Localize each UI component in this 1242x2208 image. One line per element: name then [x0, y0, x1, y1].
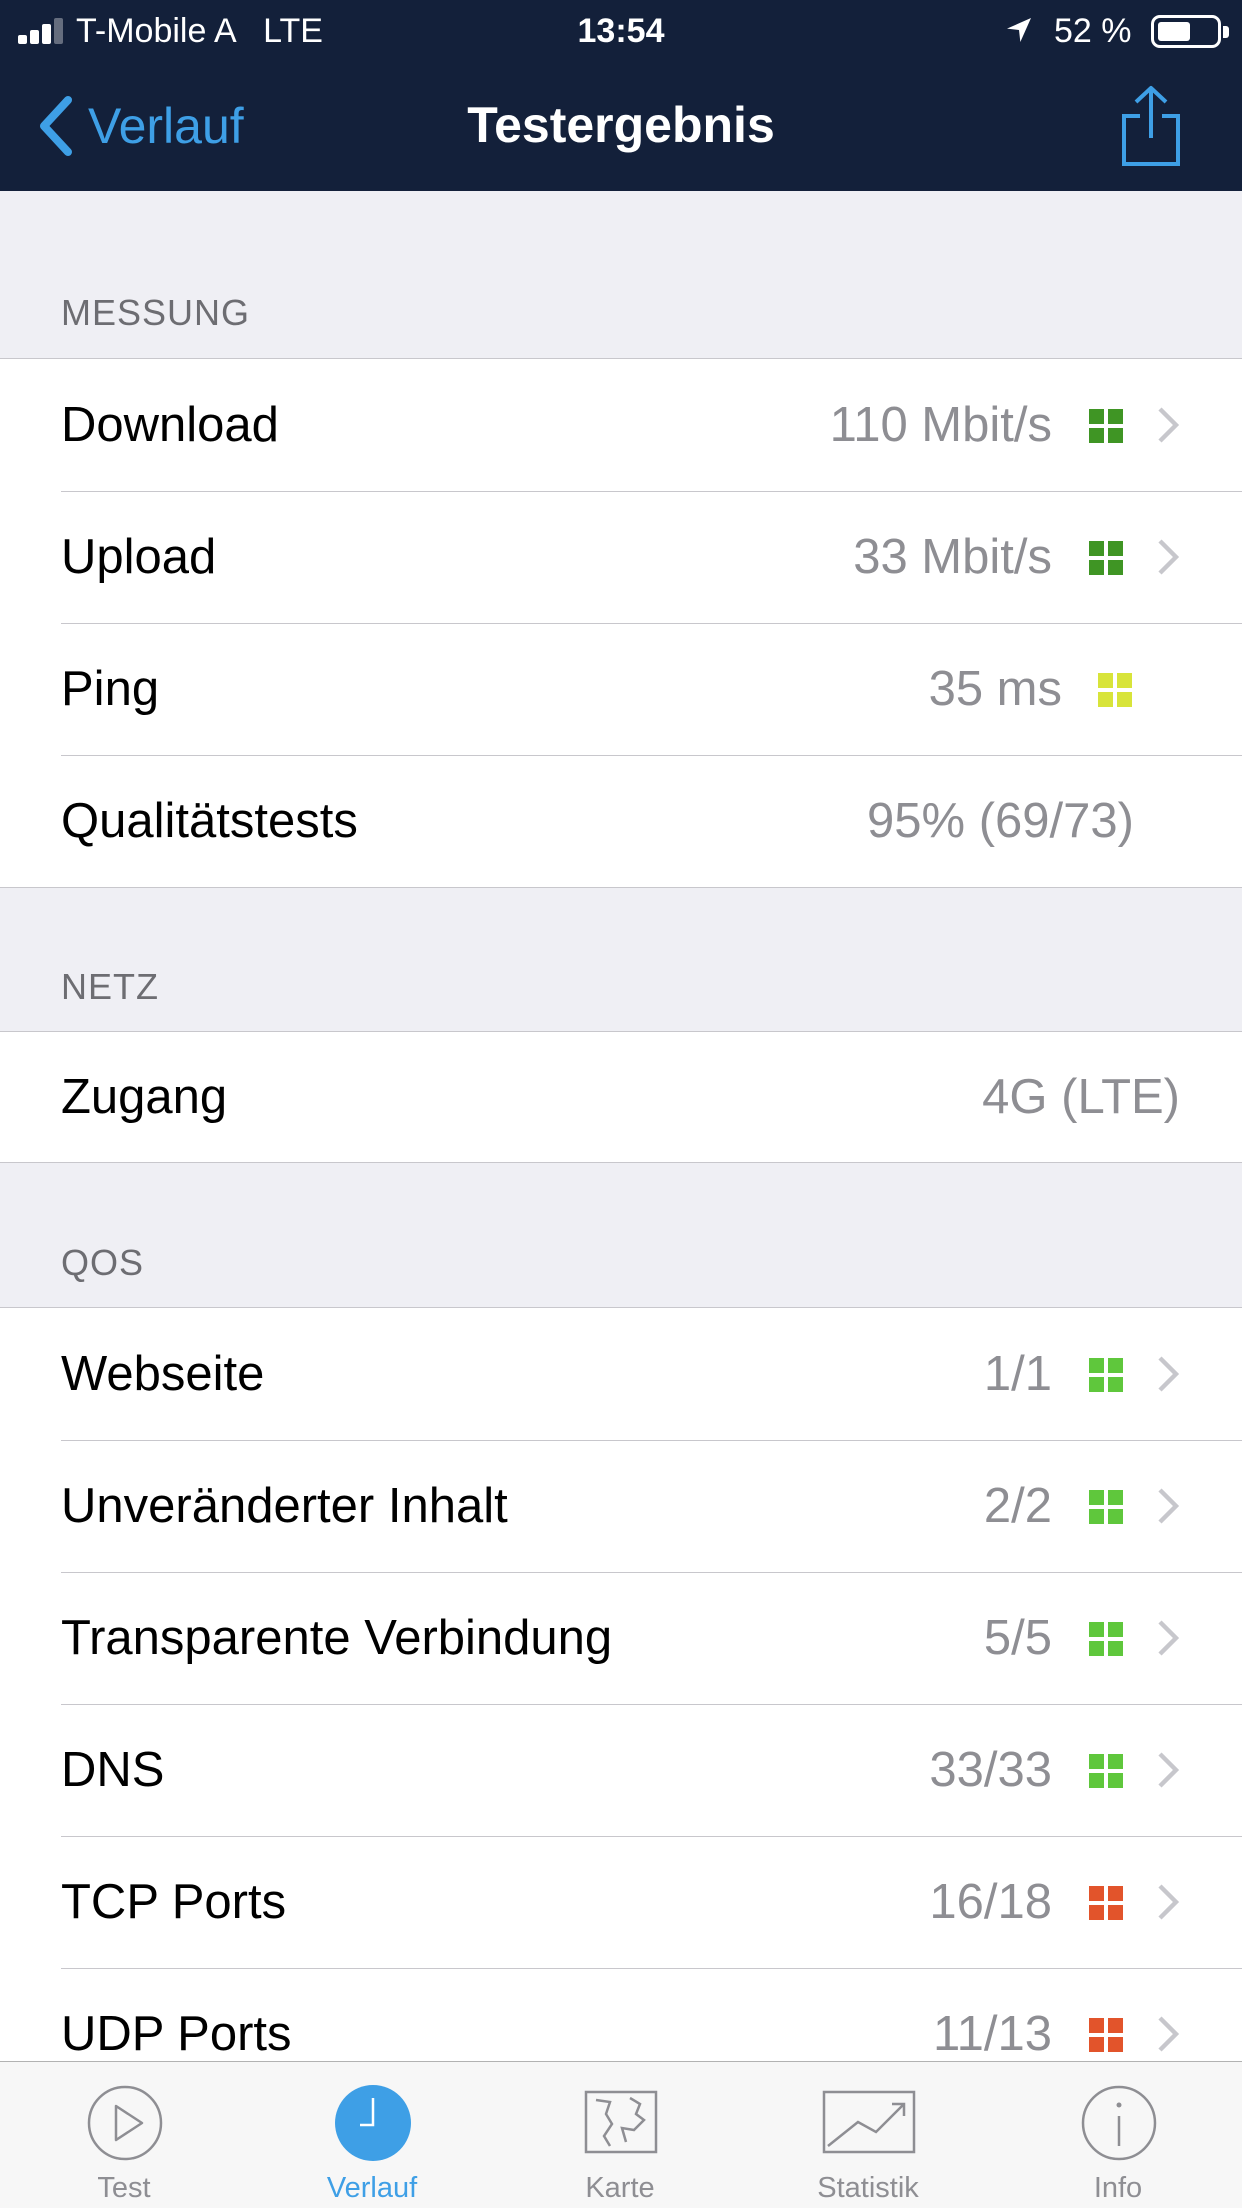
tab-verlauf[interactable]: Verlauf [248, 2062, 496, 2208]
status-grid-icon [1089, 2018, 1123, 2052]
status-grid-icon [1089, 1358, 1123, 1392]
list-item-website[interactable]: Webseite 1/1 [0, 1308, 1242, 1440]
list-item-unchanged-content[interactable]: Unveränderter Inhalt 2/2 [0, 1440, 1242, 1572]
list-item-upload[interactable]: Upload 33 Mbit/s [0, 491, 1242, 623]
section-header-qos: QOS [61, 1242, 145, 1283]
row-value: 35 ms [928, 662, 1062, 716]
row-value: 110 Mbit/s [829, 398, 1052, 452]
list-item-quality-tests: Qualitätstests 95% (69/73) [0, 755, 1242, 887]
chevron-right-icon [1158, 1752, 1180, 1788]
row-label: Unveränderter Inhalt [61, 1479, 508, 1533]
row-value: 16/18 [929, 1875, 1052, 1929]
status-grid-icon [1089, 409, 1123, 443]
status-grid-icon [1089, 1490, 1123, 1524]
row-label: DNS [61, 1743, 165, 1797]
qos-group: Webseite 1/1 Unveränderter Inhalt 2/2 Tr… [0, 1307, 1242, 2101]
status-grid-icon [1098, 673, 1132, 707]
navigation-bar: T-Mobile A LTE 13:54 52 % Verlauf Tester… [0, 0, 1242, 191]
row-label: TCP Ports [61, 1875, 287, 1929]
list-item-ping: Ping 35 ms [0, 623, 1242, 755]
chevron-right-icon [1158, 1884, 1180, 1920]
tab-bar: Test Verlauf Karte Statistik Info [0, 2061, 1242, 2208]
location-arrow-icon [1007, 18, 1031, 42]
status-grid-icon [1089, 1886, 1123, 1920]
list-item-transparent-connection[interactable]: Transparente Verbindung 5/5 [0, 1572, 1242, 1704]
row-value: 5/5 [983, 1611, 1052, 1665]
row-label: Ping [61, 662, 160, 716]
row-value: 1/1 [983, 1347, 1052, 1401]
network-group: Zugang 4G (LTE) [0, 1031, 1242, 1163]
row-label: Download [61, 398, 279, 452]
battery-percentage: 52 % [1054, 12, 1132, 50]
list-item-access: Zugang 4G (LTE) [0, 1032, 1242, 1162]
chevron-right-icon [1158, 1620, 1180, 1656]
tab-label: Verlauf [326, 2172, 418, 2204]
row-label: Zugang [61, 1070, 228, 1124]
section-header-messung: MESSUNG [61, 292, 251, 333]
chevron-right-icon [1158, 2016, 1180, 2052]
row-value: 2/2 [983, 1479, 1052, 1533]
status-grid-icon [1089, 1754, 1123, 1788]
row-label: Qualitätstests [61, 794, 358, 848]
chart-icon [822, 2090, 916, 2154]
page-title: Testergebnis [467, 97, 775, 153]
section-header-netz: NETZ [61, 966, 159, 1007]
list-item-download[interactable]: Download 110 Mbit/s [0, 359, 1242, 491]
tab-test[interactable]: Test [0, 2062, 248, 2208]
row-value: 4G (LTE) [982, 1070, 1180, 1124]
status-bar: T-Mobile A LTE 13:54 52 % [0, 0, 1242, 62]
row-value: 33 Mbit/s [853, 530, 1052, 584]
list-item-tcp-ports[interactable]: TCP Ports 16/18 [0, 1836, 1242, 1968]
status-grid-icon [1089, 541, 1123, 575]
tab-label: Info [1093, 2172, 1143, 2204]
row-value: 95% (69/73) [867, 794, 1134, 848]
chevron-right-icon [1158, 407, 1180, 443]
tab-statistik[interactable]: Statistik [744, 2062, 992, 2208]
list-item-dns[interactable]: DNS 33/33 [0, 1704, 1242, 1836]
row-label: Upload [61, 530, 217, 584]
row-value: 33/33 [929, 1743, 1052, 1797]
status-grid-icon [1089, 1622, 1123, 1656]
chevron-right-icon [1158, 1488, 1180, 1524]
battery-icon [1151, 15, 1229, 48]
share-icon[interactable] [1120, 84, 1182, 168]
tab-info[interactable]: Info [994, 2062, 1242, 2208]
play-circle-icon [87, 2085, 163, 2161]
row-label: Transparente Verbindung [61, 1611, 613, 1665]
tab-label: Test [97, 2172, 151, 2204]
chevron-right-icon [1158, 1356, 1180, 1392]
tab-karte[interactable]: Karte [496, 2062, 744, 2208]
measurement-group: Download 110 Mbit/s Upload 33 Mbit/s Pin… [0, 358, 1242, 888]
row-label: Webseite [61, 1347, 265, 1401]
tab-label: Karte [585, 2172, 655, 2204]
clock-icon [335, 2085, 411, 2161]
tab-label: Statistik [817, 2172, 919, 2204]
chevron-right-icon [1158, 539, 1180, 575]
info-icon [1081, 2085, 1157, 2161]
map-icon [584, 2090, 658, 2154]
